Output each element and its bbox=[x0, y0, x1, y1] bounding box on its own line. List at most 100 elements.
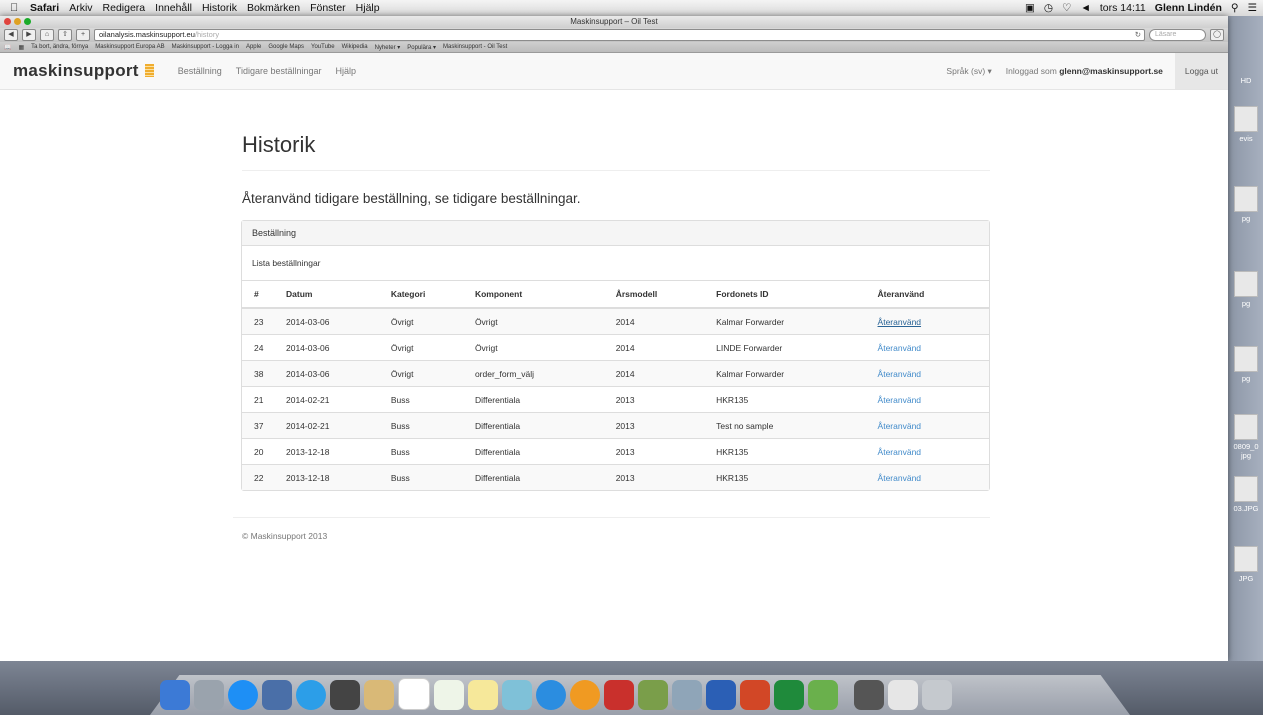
logged-in-user: glenn@maskinsupport.se bbox=[1059, 66, 1163, 76]
spotlight-icon[interactable]: ⚲ bbox=[1231, 2, 1239, 14]
minimize-window-button[interactable] bbox=[14, 18, 21, 25]
bookmark-item[interactable]: Nyheter ▾ bbox=[375, 44, 401, 51]
reload-icon[interactable]: ↻ bbox=[1135, 30, 1141, 40]
app-store-icon[interactable] bbox=[228, 680, 258, 710]
language-dropdown[interactable]: Språk (sv) ▾ bbox=[946, 66, 991, 77]
col-header-year: Årsmodell bbox=[614, 280, 716, 309]
reuse-link[interactable]: Återanvänd bbox=[878, 343, 921, 353]
reader-button[interactable]: Läsare bbox=[1149, 29, 1206, 41]
launchpad-icon[interactable] bbox=[194, 680, 224, 710]
back-button[interactable]: ◀ bbox=[4, 29, 18, 41]
add-bookmark-button[interactable]: + bbox=[76, 29, 90, 41]
desktop-label: pg bbox=[1241, 299, 1251, 308]
bookmark-item[interactable]: Maskinsupport Europa AB bbox=[95, 44, 164, 50]
photo-booth-icon[interactable] bbox=[604, 680, 634, 710]
zoom-window-button[interactable] bbox=[24, 18, 31, 25]
desktop-image-icon[interactable]: 0809_0 jpg bbox=[1232, 414, 1260, 460]
volume-icon[interactable]: ◄ bbox=[1080, 2, 1090, 14]
desktop-label: jpg bbox=[1240, 451, 1251, 460]
menubar-user[interactable]: Glenn Lindén bbox=[1155, 2, 1222, 14]
brand-logo[interactable]: maskinsupport bbox=[13, 61, 154, 81]
reuse-link[interactable]: Återanvänd bbox=[878, 317, 921, 327]
menu-redigera[interactable]: Redigera bbox=[103, 2, 146, 14]
downloads-stack-icon[interactable] bbox=[888, 680, 918, 710]
display-icon[interactable]: ▣ bbox=[1025, 2, 1035, 14]
documents-stack-icon[interactable] bbox=[854, 680, 884, 710]
home-icon[interactable]: ⌂ bbox=[40, 29, 54, 41]
reuse-link[interactable]: Återanvänd bbox=[878, 395, 921, 405]
window-titlebar[interactable]: Maskinsupport – Oil Test bbox=[0, 16, 1228, 28]
bookmark-item[interactable]: Wikipedia bbox=[342, 44, 368, 50]
menu-app-name[interactable]: Safari bbox=[30, 2, 59, 14]
address-bar[interactable]: oilanalysis.maskinsupport.eu/history ↻ bbox=[94, 29, 1145, 41]
ibooks-icon[interactable] bbox=[570, 680, 600, 710]
bookmark-item[interactable]: Maskinsupport - Logga in bbox=[172, 44, 239, 50]
reminders-icon[interactable] bbox=[434, 680, 464, 710]
desktop-image-icon[interactable]: JPG bbox=[1232, 546, 1260, 583]
reading-list-icon[interactable]: 📖 bbox=[4, 44, 11, 51]
logout-button[interactable]: Logga ut bbox=[1174, 53, 1228, 89]
nav-link-hjalp[interactable]: Hjälp bbox=[336, 66, 357, 76]
menu-fonster[interactable]: Fönster bbox=[310, 2, 346, 14]
share-icon[interactable]: ⇧ bbox=[58, 29, 72, 41]
close-window-button[interactable] bbox=[4, 18, 11, 25]
finder-icon[interactable] bbox=[160, 680, 190, 710]
menu-historik[interactable]: Historik bbox=[202, 2, 237, 14]
bookmark-item[interactable]: Ta bort, ändra, förnya bbox=[31, 44, 88, 50]
bookmark-item[interactable]: Apple bbox=[246, 44, 261, 50]
desktop-image-icon[interactable]: 03.JPG bbox=[1232, 476, 1260, 513]
menu-bokmarken[interactable]: Bokmärken bbox=[247, 2, 300, 14]
menu-innehall[interactable]: Innehåll bbox=[155, 2, 192, 14]
reuse-link[interactable]: Återanvänd bbox=[878, 473, 921, 483]
contacts-icon[interactable] bbox=[364, 680, 394, 710]
top-sites-icon[interactable]: ▦ bbox=[18, 44, 24, 51]
powerpoint-icon[interactable] bbox=[740, 680, 770, 710]
menubar-clock[interactable]: tors 14:11 bbox=[1100, 2, 1146, 14]
reuse-link[interactable]: Återanvänd bbox=[878, 421, 921, 431]
nav-link-tidigare-bestallningar[interactable]: Tidigare beställningar bbox=[236, 66, 322, 76]
desktop-image-icon[interactable]: pg bbox=[1232, 186, 1260, 223]
preview-icon[interactable] bbox=[672, 680, 702, 710]
cell-vehicle: Kalmar Forwarder bbox=[715, 307, 877, 335]
main-content: Historik Återanvänd tidigare beställning… bbox=[233, 90, 990, 491]
clock-sync-icon[interactable]: ◷ bbox=[1044, 2, 1053, 14]
image-icon bbox=[1234, 186, 1258, 212]
desktop-file-icon[interactable]: evis bbox=[1232, 106, 1260, 143]
bookmark-item[interactable]: Maskinsupport - Oil Test bbox=[443, 44, 507, 50]
desktop-image-icon[interactable]: pg bbox=[1232, 271, 1260, 308]
apple-icon[interactable]:  bbox=[10, 2, 24, 14]
menu-arkiv[interactable]: Arkiv bbox=[69, 2, 92, 14]
reuse-link[interactable]: Återanvänd bbox=[878, 369, 921, 379]
bookmarks-bar: 📖 ▦ Ta bort, ändra, förnya Maskinsupport… bbox=[0, 42, 1228, 53]
wifi-icon[interactable]: ♡ bbox=[1062, 2, 1071, 14]
word-icon[interactable] bbox=[706, 680, 736, 710]
menu-hjalp[interactable]: Hjälp bbox=[356, 2, 380, 14]
bookmark-item[interactable]: Populära ▾ bbox=[407, 44, 436, 51]
desktop-hd-icon[interactable]: HD bbox=[1232, 76, 1260, 85]
reuse-link[interactable]: Återanvänd bbox=[878, 447, 921, 457]
itunes-icon[interactable] bbox=[536, 680, 566, 710]
calendar-icon[interactable] bbox=[398, 678, 430, 710]
excel-icon[interactable] bbox=[774, 680, 804, 710]
notification-center-icon[interactable]: ☰ bbox=[1248, 2, 1257, 14]
bookmark-item[interactable]: YouTube bbox=[311, 44, 335, 50]
downloads-icon[interactable]: ◯ bbox=[1210, 29, 1224, 41]
desktop-image-icon[interactable]: pg bbox=[1232, 346, 1260, 383]
bookmark-item[interactable]: Google Maps bbox=[268, 44, 304, 50]
app-icon[interactable] bbox=[808, 680, 838, 710]
nav-link-bestallning[interactable]: Beställning bbox=[178, 66, 222, 76]
maps-icon[interactable] bbox=[502, 680, 532, 710]
trash-icon[interactable] bbox=[922, 680, 952, 710]
mail-icon[interactable] bbox=[262, 680, 292, 710]
notes-icon[interactable] bbox=[468, 680, 498, 710]
iphoto-icon[interactable] bbox=[638, 680, 668, 710]
safari-icon[interactable] bbox=[296, 680, 326, 710]
logged-in-text: Inloggad som glenn@maskinsupport.se bbox=[1006, 66, 1163, 76]
desktop-label: 0809_0 bbox=[1233, 442, 1259, 451]
cell-category: Buss bbox=[389, 386, 474, 413]
cell-category: Buss bbox=[389, 412, 474, 439]
panel-heading: Beställning bbox=[242, 221, 989, 246]
facetime-icon[interactable] bbox=[330, 680, 360, 710]
forward-button[interactable]: ▶ bbox=[22, 29, 36, 41]
page-footer: © Maskinsupport 2013 bbox=[242, 531, 328, 541]
